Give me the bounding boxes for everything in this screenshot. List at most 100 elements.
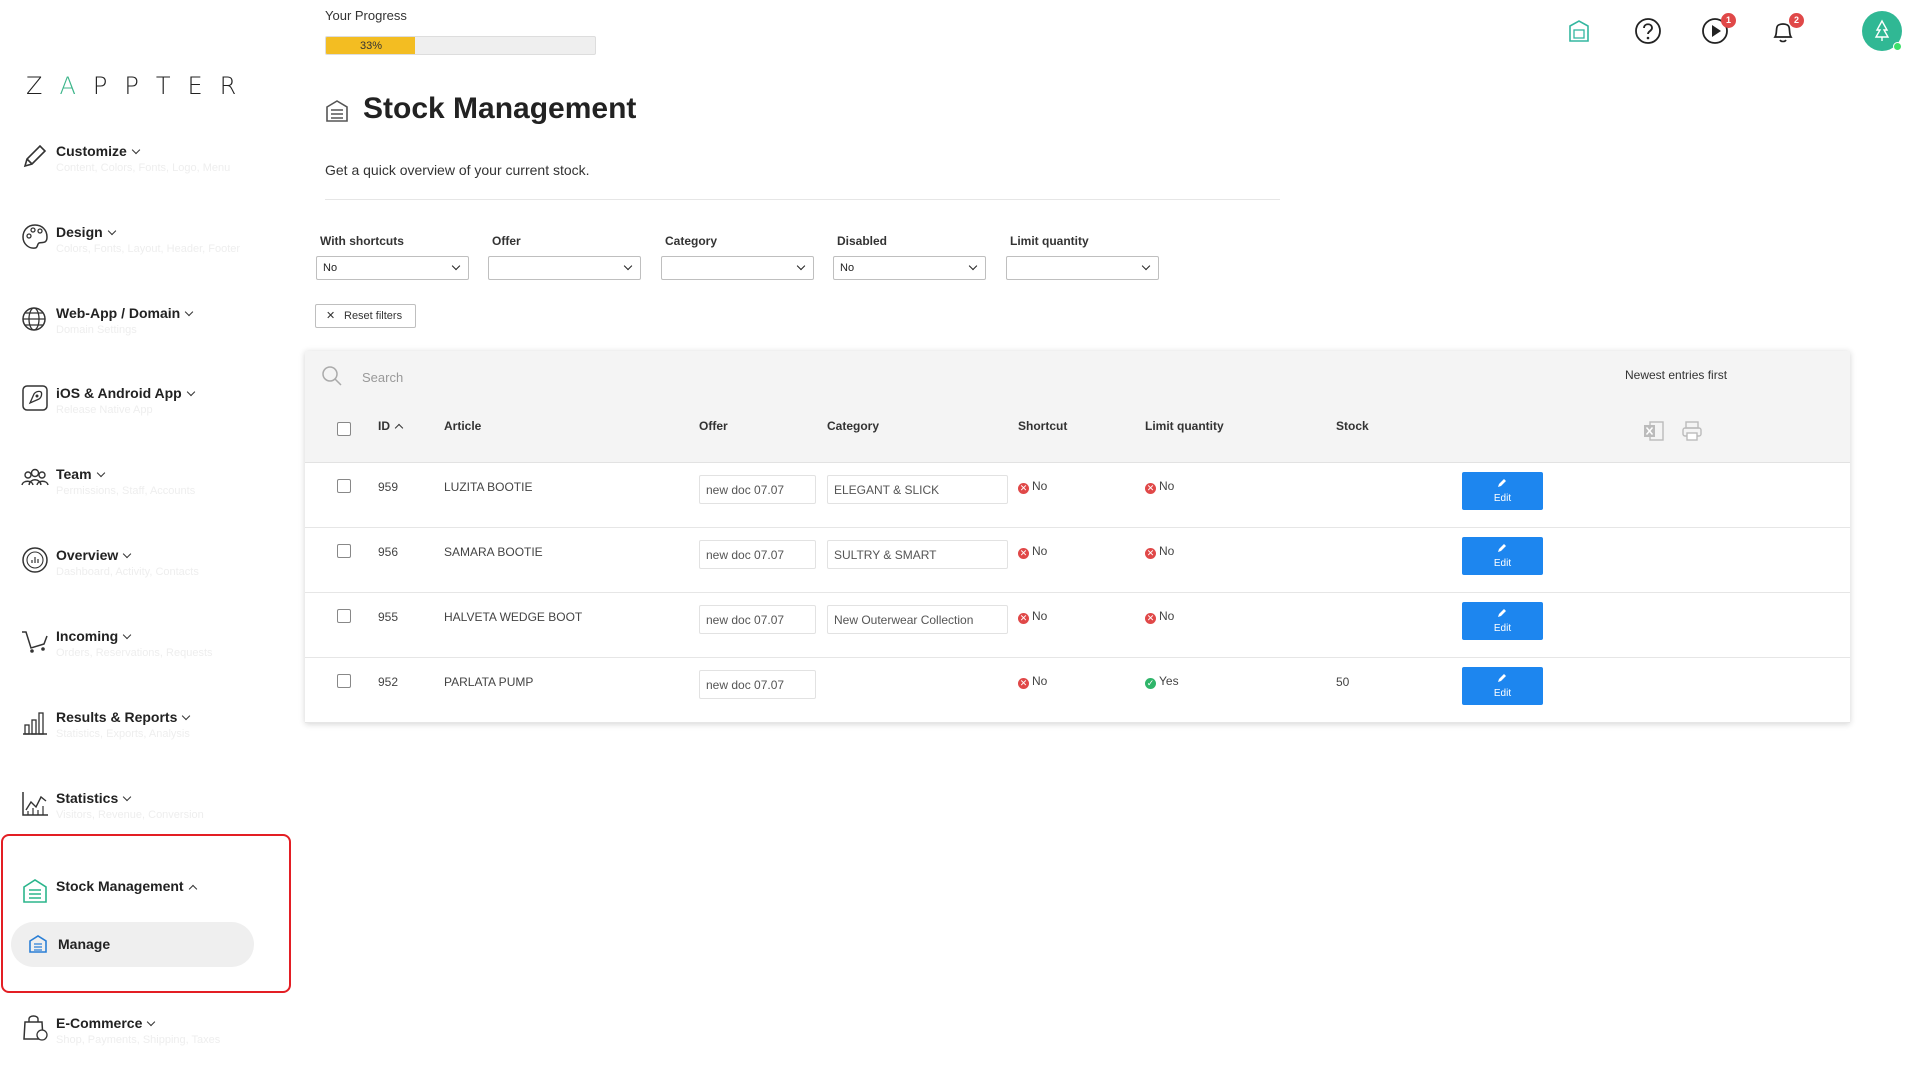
sidebar-subitem-manage[interactable]: Manage (11, 922, 254, 967)
sidebar-item-overview[interactable]: Overview Dashboard, Activity, Contacts (20, 545, 280, 585)
row-id: 959 (378, 480, 399, 494)
sidebar-item-label: Overview (56, 547, 132, 563)
filter-value: No (323, 262, 338, 274)
select-all-checkbox[interactable] (337, 422, 351, 436)
row-offer-field[interactable]: new doc 07.07 (699, 475, 816, 504)
edit-button-label: Edit (1493, 493, 1512, 504)
chevron-down-icon (131, 145, 141, 155)
edit-button-label: Edit (1493, 688, 1512, 699)
excel-export-icon[interactable] (1642, 419, 1666, 443)
sidebar-item-sub: Release Native App (56, 404, 153, 416)
sidebar-item-ecommerce[interactable]: E-Commerce Shop, Payments, Shipping, Tax… (20, 1013, 280, 1053)
pencil-icon (1498, 609, 1506, 617)
sidebar-item-customize[interactable]: Customize Content, Colors, Fonts, Logo, … (20, 141, 280, 181)
sidebar-item-statistics[interactable]: Statistics Visitors, Revenue, Conversion (20, 788, 280, 828)
row-category-field[interactable]: New Outerwear Collection (827, 605, 1008, 634)
chevron-down-icon (184, 307, 194, 317)
row-offer-field[interactable]: new doc 07.07 (699, 605, 816, 634)
sidebar-item-sub: Statistics, Exports, Analysis (56, 728, 190, 740)
row-article: PARLATA PUMP (444, 675, 534, 689)
row-offer-field[interactable]: new doc 07.07 (699, 540, 816, 569)
filter-disabled-select[interactable]: No (833, 256, 986, 280)
row-checkbox[interactable] (337, 479, 351, 493)
sidebar-item-label: E-Commerce (56, 1015, 156, 1031)
help-icon[interactable] (1633, 16, 1663, 46)
search-icon (322, 366, 342, 386)
chevron-down-icon (182, 711, 191, 721)
sort-order-toggle[interactable]: Newest entries first (1625, 368, 1727, 382)
col-header-article[interactable]: Article (444, 419, 481, 433)
sidebar-item-label: Incoming (56, 628, 132, 644)
row-limit-status: ✓ Yes (1145, 674, 1179, 689)
filter-offer-select[interactable] (488, 256, 641, 280)
pencil-icon (23, 144, 47, 168)
x-circle-icon: ✕ (1018, 548, 1029, 559)
filter-disabled: Disabled No (833, 234, 986, 280)
col-header-offer[interactable]: Offer (699, 419, 728, 433)
notifications-button[interactable]: 2 (1768, 13, 1804, 46)
app-status-icon[interactable] (1564, 16, 1594, 46)
col-header-category[interactable]: Category (827, 419, 879, 433)
sidebar-item-webapp-domain[interactable]: Web-App / Domain Domain Settings (20, 303, 280, 343)
col-header-stock[interactable]: Stock (1336, 419, 1369, 433)
table-row: 956 SAMARA BOOTIE new doc 07.07 SULTRY &… (305, 528, 1850, 593)
row-category-field[interactable]: ELEGANT & SLICK (827, 475, 1008, 504)
filter-limit-quantity: Limit quantity (1006, 234, 1159, 280)
chevron-down-icon (968, 261, 978, 271)
filter-offer: Offer (488, 234, 641, 280)
sidebar-item-sub: Permissions, Staff, Accounts (56, 485, 196, 497)
col-header-shortcut[interactable]: Shortcut (1018, 419, 1067, 433)
sidebar-item-stock-management[interactable]: Stock Management (20, 876, 280, 916)
row-id: 952 (378, 675, 399, 689)
progress-bar: 33% (325, 36, 596, 55)
filter-label: With shortcuts (320, 234, 404, 248)
row-checkbox[interactable] (337, 544, 351, 558)
sidebar-item-team[interactable]: Team Permissions, Staff, Accounts (20, 464, 280, 504)
col-header-id[interactable]: ID (378, 419, 404, 433)
filter-label: Category (665, 234, 718, 248)
reset-filters-button[interactable]: ✕ Reset filters (315, 304, 416, 328)
filter-with-shortcuts: With shortcuts No (316, 234, 469, 280)
edit-button[interactable]: Edit (1462, 537, 1543, 575)
search-input[interactable] (362, 368, 762, 386)
sidebar-item-label: Statistics (56, 790, 132, 806)
sort-asc-icon (394, 423, 404, 433)
row-offer-field[interactable]: new doc 07.07 (699, 670, 816, 699)
video-tutorial-button[interactable]: 1 (1700, 13, 1736, 46)
gauge-icon (22, 547, 48, 573)
page-title: Stock Management (363, 92, 637, 125)
row-checkbox[interactable] (337, 674, 351, 688)
edit-button[interactable]: Edit (1462, 472, 1543, 510)
filter-category-select[interactable] (661, 256, 814, 280)
row-checkbox[interactable] (337, 609, 351, 623)
stock-table: Newest entries first ID Article Offer Ca… (305, 351, 1850, 723)
edit-button[interactable]: Edit (1462, 667, 1543, 705)
sidebar-item-label: Results & Reports (56, 709, 191, 725)
filter-limit-quantity-select[interactable] (1006, 256, 1159, 280)
online-status-dot (1893, 42, 1902, 51)
edit-button[interactable]: Edit (1462, 602, 1543, 640)
filter-label: Limit quantity (1010, 234, 1089, 248)
sidebar-item-sub: Orders, Reservations, Requests (56, 647, 213, 659)
chevron-down-icon (796, 261, 806, 271)
sidebar-item-design[interactable]: Design Colors, Fonts, Layout, Header, Fo… (20, 222, 280, 262)
x-circle-icon: ✕ (1145, 483, 1156, 494)
filter-with-shortcuts-select[interactable]: No (316, 256, 469, 280)
row-category-field[interactable]: SULTRY & SMART (827, 540, 1008, 569)
sidebar-item-results-reports[interactable]: Results & Reports Statistics, Exports, A… (20, 707, 280, 747)
zappter-logo[interactable]: ZAPPTER (26, 72, 253, 100)
row-shortcut-status: ✕ No (1018, 479, 1048, 494)
row-shortcut-status: ✕ No (1018, 544, 1048, 559)
user-avatar[interactable] (1862, 11, 1902, 51)
sidebar-item-incoming[interactable]: Incoming Orders, Reservations, Requests (20, 626, 280, 666)
sidebar-subitem-label: Manage (58, 936, 111, 952)
sidebar-item-sub: Shop, Payments, Shipping, Taxes (56, 1034, 221, 1046)
x-circle-icon: ✕ (1145, 548, 1156, 559)
sidebar-item-sub: Dashboard, Activity, Contacts (56, 566, 199, 578)
filter-category: Category (661, 234, 814, 280)
printer-icon[interactable] (1680, 419, 1704, 443)
close-icon: ✕ (326, 310, 336, 322)
sidebar-item-ios-android-app[interactable]: iOS & Android App Release Native App (20, 383, 280, 423)
pencil-icon (1498, 674, 1506, 682)
col-header-limit-quantity[interactable]: Limit quantity (1145, 419, 1224, 433)
